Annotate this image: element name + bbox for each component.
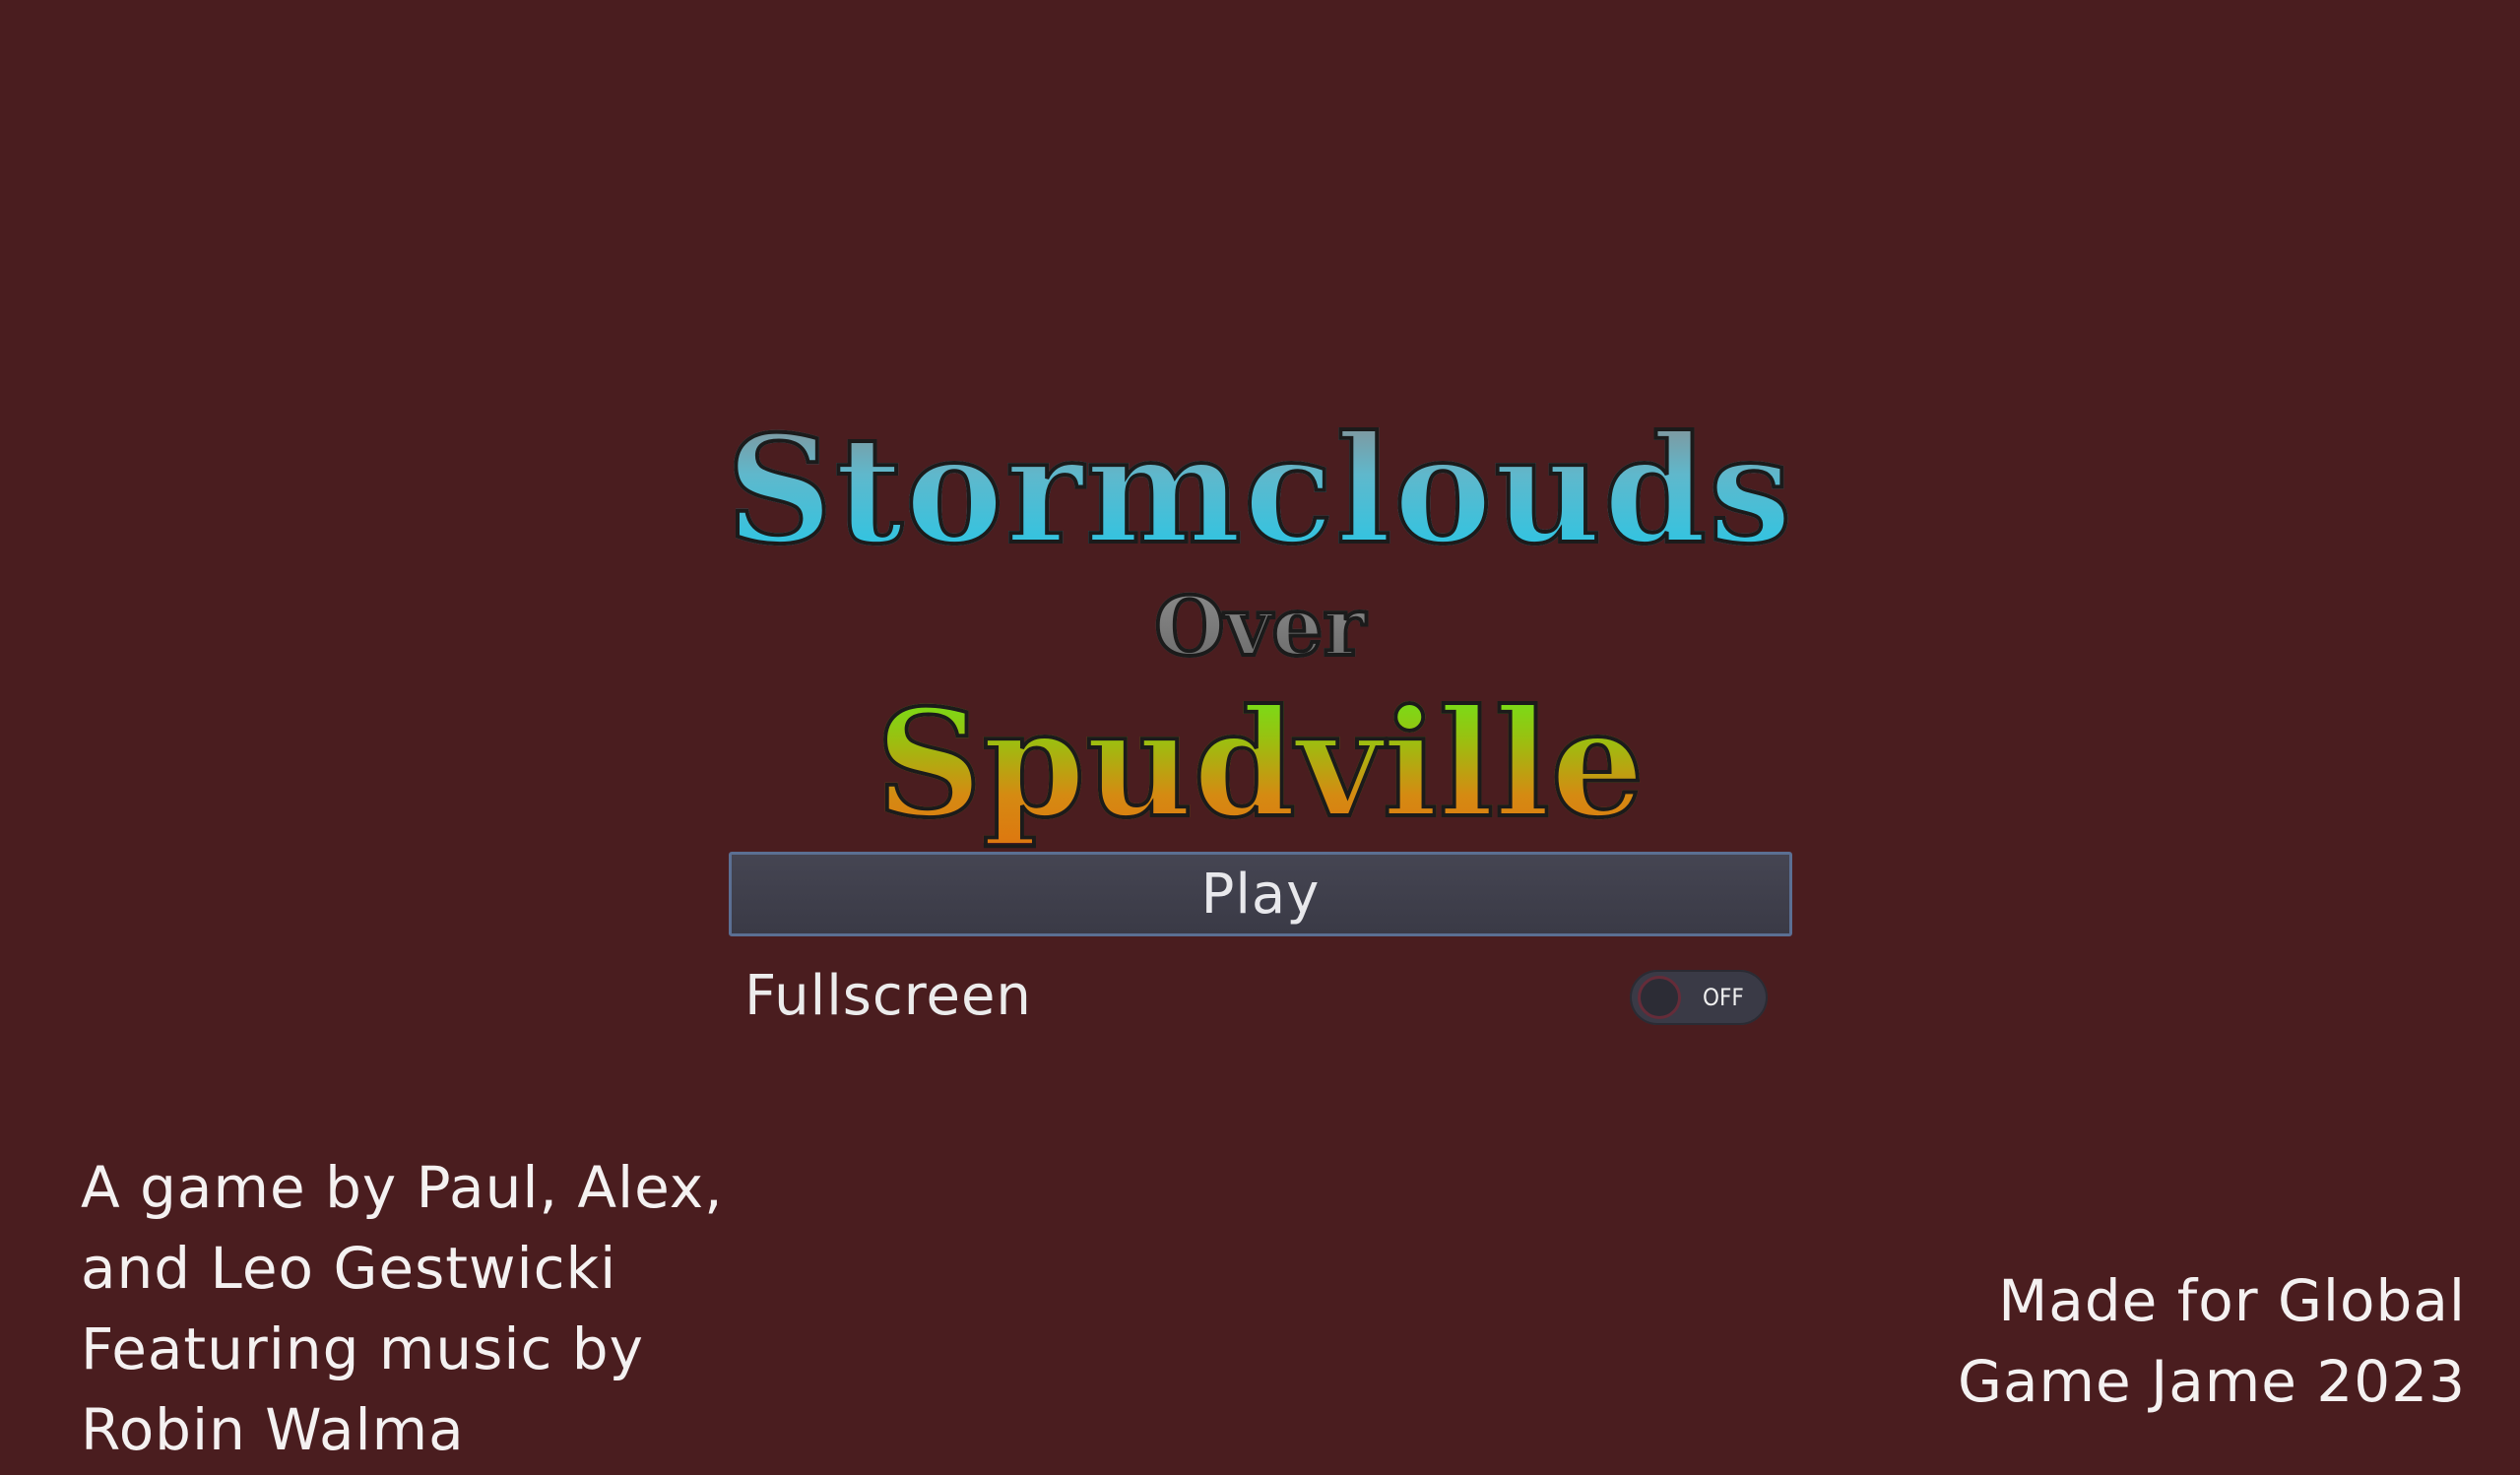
credits-line: and Leo Gestwicki bbox=[81, 1235, 617, 1302]
credits-text: A game by Paul, Alex, and Leo Gestwicki … bbox=[81, 1147, 724, 1470]
fullscreen-label: Fullscreen bbox=[744, 964, 1032, 1028]
game-jam-note: Made for Global Game Jame 2023 bbox=[1958, 1260, 2466, 1422]
game-title-over: Over bbox=[0, 581, 2520, 673]
toggle-knob bbox=[1638, 976, 1681, 1019]
credits-line: Featuring music by bbox=[81, 1315, 644, 1382]
credits-line: Robin Walma bbox=[81, 1396, 465, 1463]
credits-line: A game by Paul, Alex, bbox=[81, 1154, 724, 1221]
play-button[interactable]: Play bbox=[729, 852, 1792, 936]
fullscreen-toggle[interactable]: OFF bbox=[1630, 970, 1768, 1025]
game-title-stormclouds: Stormclouds bbox=[0, 410, 2520, 571]
fullscreen-setting-row: Fullscreen OFF bbox=[729, 960, 1792, 1037]
play-button-label: Play bbox=[1200, 862, 1321, 927]
main-menu-screen: { "title": { "line1": "Stormclouds", "li… bbox=[0, 0, 2520, 1475]
game-jam-line: Made for Global bbox=[1998, 1267, 2466, 1334]
toggle-state-text: OFF bbox=[1703, 984, 1744, 1011]
game-title-spudville: Spudville bbox=[0, 683, 2520, 845]
game-jam-line: Game Jame 2023 bbox=[1958, 1348, 2466, 1415]
